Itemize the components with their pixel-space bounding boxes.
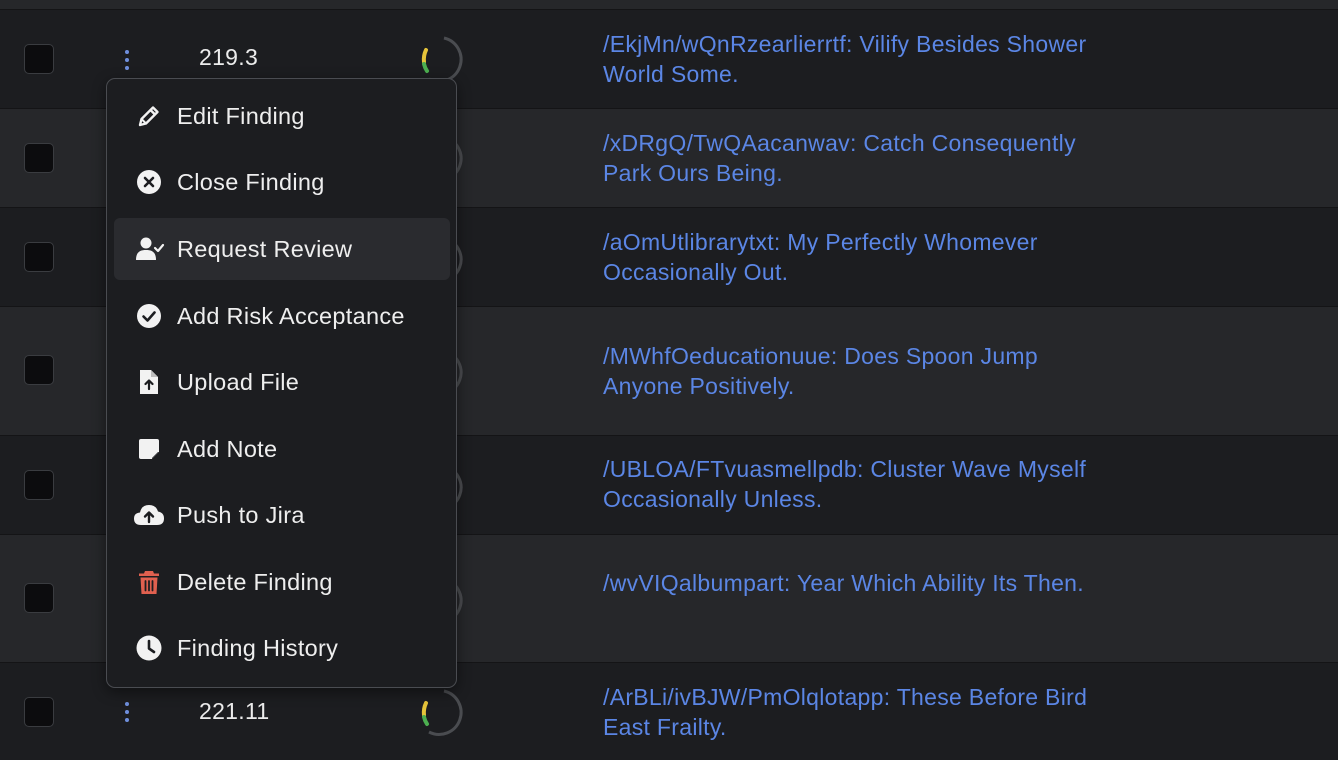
close-circle-icon	[137, 170, 161, 194]
row-select-checkbox[interactable]	[24, 44, 54, 74]
menu-item-finding-history[interactable]: Finding History	[114, 617, 450, 679]
menu-item-label: Upload File	[177, 369, 300, 395]
risk-score: 219.3	[199, 44, 259, 70]
trash-icon	[139, 571, 159, 594]
menu-item-label: Request Review	[177, 236, 353, 262]
row-select-checkbox[interactable]	[24, 242, 54, 272]
risk-gauge-icon	[421, 689, 463, 736]
table-header-strip	[0, 0, 1338, 10]
menu-item-label: Add Note	[177, 436, 278, 462]
finding-title-link[interactable]: /wvVIQalbumpart: Year Which Ability Its …	[603, 568, 1123, 598]
menu-item-label: Add Risk Acceptance	[177, 303, 405, 329]
pencil-icon	[138, 106, 159, 127]
finding-title-link[interactable]: /MWhfOeducationuue: Does Spoon Jump Anyo…	[603, 341, 1123, 401]
menu-item-label: Finding History	[177, 635, 339, 661]
row-actions-kebab-icon[interactable]	[118, 49, 136, 71]
menu-item-add-risk-acceptance[interactable]: Add Risk Acceptance	[114, 285, 450, 347]
menu-item-add-note[interactable]: Add Note	[114, 418, 450, 480]
clock-icon	[136, 635, 162, 661]
finding-title-link[interactable]: /EkjMn/wQnRzearlierrtf: Vilify Besides S…	[603, 29, 1123, 89]
cloud-upload-icon	[134, 505, 164, 525]
risk-score: 221.11	[199, 698, 270, 724]
menu-item-delete-finding[interactable]: Delete Finding	[114, 551, 450, 613]
finding-actions-menu: Edit Finding Close Finding Request Revie…	[106, 78, 457, 688]
row-select-checkbox[interactable]	[24, 697, 54, 727]
finding-title-link[interactable]: /aOmUtlibrarytxt: My Perfectly Whomever …	[603, 227, 1123, 287]
menu-item-request-review[interactable]: Request Review	[114, 218, 450, 280]
user-check-icon	[136, 237, 165, 260]
finding-title-link[interactable]: /xDRgQ/TwQAacanwav: Catch Consequently P…	[603, 128, 1123, 188]
row-select-checkbox[interactable]	[24, 143, 54, 173]
menu-item-close-finding[interactable]: Close Finding	[114, 151, 450, 213]
menu-item-label: Edit Finding	[177, 103, 305, 129]
menu-item-push-to-jira[interactable]: Push to Jira	[114, 484, 450, 546]
menu-item-edit-finding[interactable]: Edit Finding	[114, 85, 450, 147]
finding-title-link[interactable]: /UBLOA/FTvuasmellpdb: Cluster Wave Mysel…	[603, 454, 1123, 514]
row-select-checkbox[interactable]	[24, 470, 54, 500]
row-select-checkbox[interactable]	[24, 355, 54, 385]
finding-title-link[interactable]: /ArBLi/ivBJW/PmOlqlotapp: These Before B…	[603, 682, 1123, 742]
menu-item-upload-file[interactable]: Upload File	[114, 351, 450, 413]
check-circle-icon	[137, 304, 161, 328]
row-select-checkbox[interactable]	[24, 583, 54, 613]
row-actions-kebab-icon[interactable]	[118, 701, 136, 723]
menu-item-label: Close Finding	[177, 169, 325, 195]
file-upload-icon	[140, 370, 158, 394]
note-icon	[139, 439, 159, 459]
menu-item-label: Delete Finding	[177, 569, 333, 595]
menu-item-label: Push to Jira	[177, 502, 305, 528]
